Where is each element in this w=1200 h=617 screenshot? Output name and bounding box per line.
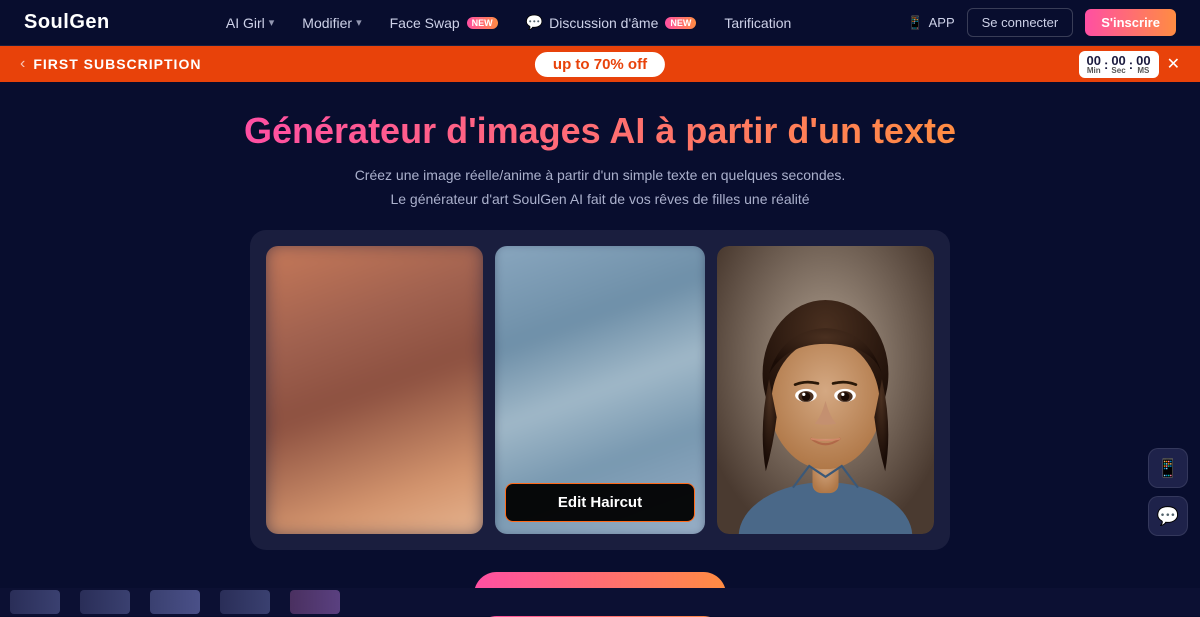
- banner-center: up to 70% off: [533, 50, 667, 79]
- brand-logo[interactable]: SoulGen: [24, 11, 110, 34]
- bottom-strip: [0, 588, 1200, 616]
- card-left: [266, 246, 483, 534]
- countdown-timer: 00 Min : 00 Sec : 00 MS: [1079, 51, 1159, 78]
- promo-banner: ‹ FIRST SUBSCRIPTION up to 70% off 00 Mi…: [0, 46, 1200, 82]
- nav-modifier-label: Modifier: [302, 15, 352, 31]
- message-icon: 💬: [1157, 506, 1179, 527]
- float-app-button[interactable]: 📱: [1148, 448, 1188, 488]
- navbar-right: 📱 APP Se connecter S'inscrire: [907, 8, 1176, 37]
- countdown-sep-1: :: [1103, 57, 1109, 72]
- banner-offer: up to 70% off: [533, 50, 667, 79]
- register-button[interactable]: S'inscrire: [1085, 9, 1176, 36]
- card-left-image: [266, 246, 483, 534]
- hero-subtitle-line2: Le générateur d'art SoulGen AI fait de v…: [355, 188, 846, 212]
- smartphone-icon: 📱: [907, 15, 923, 31]
- thumb-2: [80, 590, 130, 614]
- thumb-3: [150, 590, 200, 614]
- chevron-down-icon: ▾: [269, 16, 275, 29]
- nav-aigirl-label: AI Girl: [226, 15, 265, 31]
- nav-item-discussion[interactable]: 💬 Discussion d'âme NEW: [526, 14, 697, 31]
- countdown-sep-2: :: [1128, 57, 1134, 72]
- new-badge: NEW: [467, 17, 498, 29]
- portrait-svg: [717, 246, 934, 534]
- countdown-minutes: 00 Min: [1087, 54, 1101, 75]
- nav-item-tarification[interactable]: Tarification: [724, 15, 791, 31]
- navbar: SoulGen AI Girl ▾ Modifier ▾ Face Swap N…: [0, 0, 1200, 46]
- mobile-icon: 📱: [1157, 458, 1179, 479]
- app-label: APP: [929, 15, 955, 30]
- chevron-down-icon: ▾: [356, 16, 362, 29]
- nav-discussion-label: Discussion d'âme: [549, 15, 658, 31]
- banner-title: FIRST SUBSCRIPTION: [33, 56, 201, 72]
- countdown-seconds: 00 Sec: [1111, 54, 1125, 75]
- nav-item-faceswap[interactable]: Face Swap NEW: [390, 15, 498, 31]
- chat-icon: 💬: [526, 14, 543, 31]
- hero-subtitle-line1: Créez une image réelle/anime à partir d'…: [355, 164, 846, 188]
- nav-tarification-label: Tarification: [724, 15, 791, 31]
- offer-text: up to 70% off: [553, 56, 647, 73]
- card-right: [717, 246, 934, 534]
- banner-close-icon[interactable]: ✕: [1167, 54, 1180, 74]
- main-nav: AI Girl ▾ Modifier ▾ Face Swap NEW 💬 Dis…: [226, 14, 791, 31]
- side-float-buttons: 📱 💬: [1148, 448, 1188, 536]
- nav-item-aigirl[interactable]: AI Girl ▾: [226, 15, 274, 31]
- hero-title: Générateur d'images AI à partir d'un tex…: [244, 110, 956, 152]
- card-center[interactable]: Edit Haircut: [495, 246, 705, 534]
- seconds-label: Sec: [1111, 67, 1125, 75]
- nav-item-modifier[interactable]: Modifier ▾: [302, 15, 361, 31]
- card-right-image: [717, 246, 934, 534]
- thumb-4: [220, 590, 270, 614]
- banner-left: ‹ FIRST SUBSCRIPTION: [20, 55, 201, 73]
- cards-container: Edit Haircut: [250, 230, 950, 550]
- minutes-label: Min: [1087, 67, 1101, 75]
- minutes-value: 00: [1087, 54, 1101, 67]
- ms-value: 00: [1136, 54, 1150, 67]
- float-chat-button[interactable]: 💬: [1148, 496, 1188, 536]
- banner-right: 00 Min : 00 Sec : 00 MS ✕: [1079, 51, 1181, 78]
- hero-subtitle: Créez une image réelle/anime à partir d'…: [355, 164, 846, 212]
- new-badge-discussion: NEW: [665, 17, 696, 29]
- seconds-value: 00: [1111, 54, 1125, 67]
- nav-faceswap-label: Face Swap: [390, 15, 460, 31]
- card-center-label[interactable]: Edit Haircut: [505, 483, 695, 522]
- app-nav-button[interactable]: 📱 APP: [907, 15, 954, 31]
- countdown-ms: 00 MS: [1136, 54, 1150, 75]
- thumb-1: [10, 590, 60, 614]
- signin-button[interactable]: Se connecter: [967, 8, 1074, 37]
- ms-label: MS: [1137, 67, 1149, 75]
- banner-prev-icon[interactable]: ‹: [20, 55, 25, 73]
- thumb-5: [290, 590, 340, 614]
- hero-section: Générateur d'images AI à partir d'un tex…: [0, 82, 1200, 617]
